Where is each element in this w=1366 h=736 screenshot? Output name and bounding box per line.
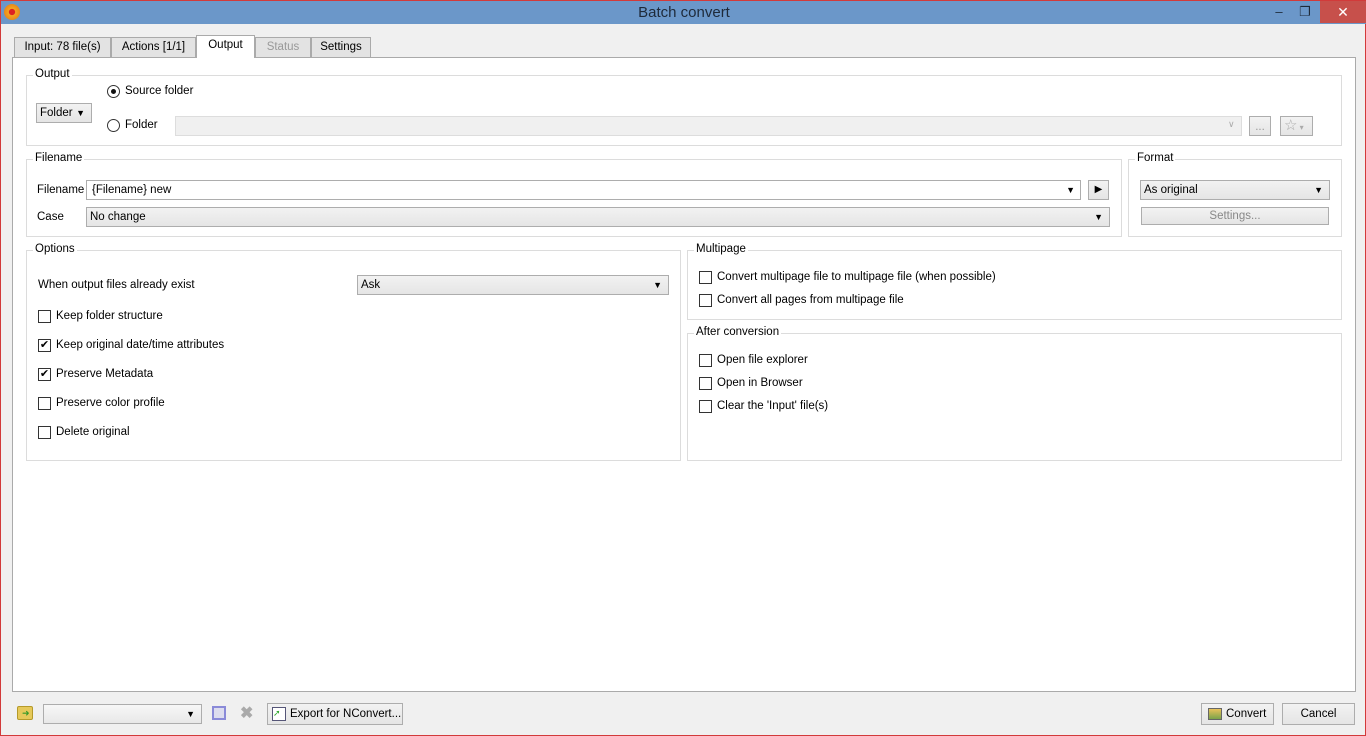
checkmark-icon[interactable]: ✔ — [38, 339, 51, 352]
convert-button[interactable]: Convert — [1201, 703, 1274, 725]
open-preset-folder-icon[interactable]: ➜ — [17, 706, 33, 720]
filename-group: Filename Filename {Filename} new ▼ ▶ Case… — [26, 152, 1122, 237]
tab-actions[interactable]: Actions [1/1] — [111, 37, 196, 57]
after-conversion-group: After conversion Open file explorer Open … — [687, 326, 1342, 461]
checkbox-label: Delete original — [56, 426, 130, 438]
convert-icon — [1208, 707, 1222, 720]
exist-label: When output files already exist — [38, 279, 195, 291]
insert-variable-button[interactable]: ▶ — [1088, 180, 1109, 200]
chevron-down-icon: ▼ — [653, 280, 662, 290]
browse-button[interactable]: ... — [1249, 116, 1271, 136]
format-value: As original — [1144, 184, 1198, 196]
minimize-button[interactable]: – — [1265, 1, 1293, 23]
checkbox[interactable] — [699, 271, 712, 284]
exist-value: Ask — [361, 279, 381, 291]
checkbox-label: Keep folder structure — [56, 310, 163, 322]
folder-path-input[interactable] — [175, 116, 1242, 136]
output-group-label: Output — [33, 68, 72, 80]
preset-select[interactable]: ▼ — [43, 704, 202, 724]
tab-settings[interactable]: Settings — [311, 37, 371, 57]
tab-status[interactable]: Status — [255, 37, 311, 57]
checkbox-row[interactable]: Keep folder structure — [38, 310, 538, 324]
checkbox-label: Open in Browser — [717, 377, 803, 389]
export-icon: ➚ — [272, 706, 286, 721]
checkbox-row[interactable]: Preserve color profile — [38, 397, 538, 411]
restore-button[interactable]: ❐ — [1291, 1, 1319, 23]
chevron-down-icon: ▼ — [186, 709, 195, 719]
filename-group-label: Filename — [33, 152, 85, 164]
tab-output[interactable]: Output — [196, 35, 255, 58]
filename-input[interactable]: {Filename} new ▼ — [86, 180, 1081, 200]
chevron-down-icon: ▼ — [1314, 185, 1323, 195]
checkbox-row[interactable]: ✔ Preserve Metadata — [38, 368, 538, 382]
source-folder-label: Source folder — [125, 85, 194, 97]
options-group-label: Options — [33, 243, 77, 255]
format-settings-button[interactable]: Settings... — [1141, 207, 1329, 225]
case-value: No change — [90, 211, 146, 223]
checkbox[interactable] — [699, 400, 712, 413]
multipage-group-label: Multipage — [694, 243, 748, 255]
favorites-button[interactable]: ☆ ▾ — [1280, 116, 1313, 136]
exist-select[interactable]: Ask ▼ — [357, 275, 669, 295]
format-group-label: Format — [1135, 152, 1176, 164]
tab-input[interactable]: Input: 78 file(s) — [14, 37, 111, 57]
convert-label: Convert — [1226, 708, 1267, 720]
checkbox-label: Convert multipage file to multipage file… — [717, 271, 996, 283]
case-select[interactable]: No change ▼ — [86, 207, 1110, 227]
checkbox-row[interactable]: Open in Browser — [699, 377, 1199, 391]
filename-value: {Filename} new — [92, 184, 172, 196]
checkbox-label: Preserve Metadata — [56, 368, 154, 380]
options-group: Options When output files already exist … — [26, 243, 681, 461]
output-mode-select[interactable]: Folder ▼ — [36, 103, 92, 123]
chevron-down-icon: ▼ — [1066, 185, 1075, 195]
chevron-down-icon: ▼ — [1094, 212, 1103, 222]
checkbox[interactable] — [38, 310, 51, 323]
checkbox-label: Open file explorer — [717, 354, 808, 366]
checkbox-row[interactable]: Clear the 'Input' file(s) — [699, 400, 1199, 414]
folder-radio[interactable] — [107, 119, 120, 132]
checkbox-label: Convert all pages from multipage file — [717, 294, 904, 306]
folder-label: Folder — [125, 119, 158, 131]
after-conversion-group-label: After conversion — [694, 326, 782, 338]
checkbox-row[interactable]: Convert multipage file to multipage file… — [699, 271, 1199, 285]
output-group: Output Folder ▼ Source folder Folder ∨ ..… — [26, 68, 1342, 146]
checkbox[interactable] — [699, 294, 712, 307]
chevron-down-icon: ▼ — [76, 108, 85, 118]
checkbox-row[interactable]: ✔ Keep original date/time attributes — [38, 339, 538, 353]
window-title: Batch convert — [638, 4, 730, 21]
multipage-group: Multipage Convert multipage file to mult… — [687, 243, 1342, 320]
checkmark-icon[interactable]: ✔ — [38, 368, 51, 381]
export-nconvert-button[interactable]: ➚ Export for NConvert... — [267, 703, 403, 725]
checkbox-label: Clear the 'Input' file(s) — [717, 400, 829, 412]
output-panel: Output Folder ▼ Source folder Folder ∨ ..… — [12, 57, 1356, 692]
star-icon: ☆ — [1284, 117, 1298, 134]
checkbox[interactable] — [38, 426, 51, 439]
title-bar: Batch convert – ❐ ✕ — [1, 1, 1366, 24]
format-select[interactable]: As original ▼ — [1140, 180, 1330, 200]
case-label: Case — [37, 211, 64, 223]
checkbox-row[interactable]: Delete original — [38, 426, 538, 440]
close-button[interactable]: ✕ — [1320, 1, 1366, 23]
delete-preset-icon[interactable]: ✖ — [240, 703, 253, 723]
format-group: Format As original ▼ Settings... — [1128, 152, 1342, 237]
output-mode-value: Folder — [40, 107, 73, 119]
checkbox[interactable] — [38, 397, 51, 410]
save-preset-icon[interactable] — [212, 706, 226, 720]
cancel-button[interactable]: Cancel — [1282, 703, 1355, 725]
play-icon: ▶ — [1094, 184, 1103, 195]
filename-label: Filename — [37, 184, 85, 196]
export-label: Export for NConvert... — [290, 708, 402, 720]
checkbox[interactable] — [699, 377, 712, 390]
source-folder-radio[interactable] — [107, 85, 120, 98]
chevron-down-icon: ∨ — [1228, 119, 1235, 129]
checkbox[interactable] — [699, 354, 712, 367]
checkbox-label: Keep original date/time attributes — [56, 339, 225, 351]
checkbox-label: Preserve color profile — [56, 397, 165, 409]
checkbox-row[interactable]: Open file explorer — [699, 354, 1199, 368]
checkbox-row[interactable]: Convert all pages from multipage file — [699, 294, 1199, 308]
